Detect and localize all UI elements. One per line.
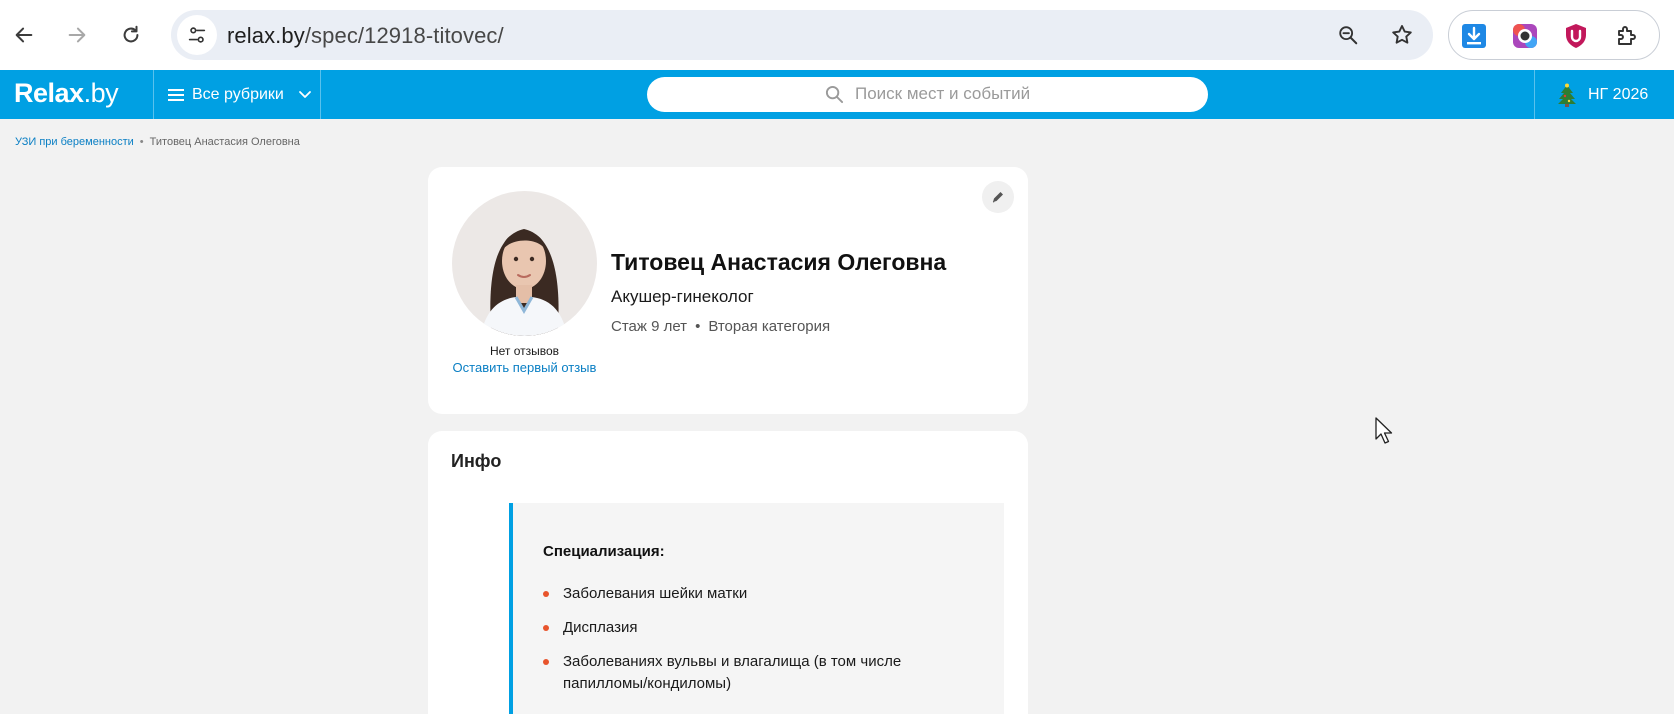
zoom-icon[interactable] bbox=[1332, 19, 1364, 51]
list-item: Заболевания шейки матки bbox=[543, 583, 983, 605]
site-search[interactable] bbox=[647, 77, 1208, 112]
meta-separator: • bbox=[695, 318, 701, 335]
doctor-meta: Стаж 9 лет • Вторая категория bbox=[611, 318, 830, 335]
list-item: Заболеваниях вульвы и влагалища (в том ч… bbox=[543, 651, 983, 695]
bullet-icon bbox=[543, 591, 549, 597]
leave-first-review-link[interactable]: Оставить первый отзыв bbox=[452, 360, 597, 376]
all-rubrics-label: Все рубрики bbox=[192, 85, 284, 103]
forward-arrow-icon[interactable] bbox=[57, 15, 97, 55]
christmas-tree-icon bbox=[1558, 83, 1576, 107]
header-divider bbox=[1534, 70, 1535, 119]
mouse-cursor-icon bbox=[1375, 417, 1395, 450]
back-arrow-icon[interactable] bbox=[4, 15, 44, 55]
avatar bbox=[452, 191, 597, 336]
bullet-icon bbox=[543, 659, 549, 665]
doctor-name: Титовец Анастасия Олеговна bbox=[611, 249, 947, 275]
screenshot-ext-icon[interactable] bbox=[1509, 20, 1541, 52]
url-host: relax.by bbox=[227, 23, 305, 48]
url-text[interactable]: relax.by/spec/12918-titovec/ bbox=[227, 23, 504, 49]
site-logo[interactable]: Relax.by bbox=[14, 78, 119, 109]
reload-icon[interactable] bbox=[111, 15, 151, 55]
list-item-text: Заболеваниях вульвы и влагалища (в том ч… bbox=[563, 653, 902, 692]
site-header: Relax.by Все рубрики НГ 2026 bbox=[0, 70, 1674, 119]
specialization-heading: Специализация: bbox=[543, 543, 665, 560]
url-path: /spec/12918-titovec/ bbox=[304, 23, 504, 48]
breadcrumb-parent-link[interactable]: УЗИ при беременности bbox=[15, 136, 134, 148]
doctor-specialty: Акушер-гинеколог bbox=[611, 287, 754, 306]
info-card: Инфо Специализация: Заболевания шейки ма… bbox=[428, 431, 1028, 714]
site-info-icon[interactable] bbox=[177, 15, 217, 55]
ng-2026-link[interactable]: НГ 2026 bbox=[1556, 70, 1648, 119]
search-icon bbox=[825, 85, 844, 104]
edit-button[interactable] bbox=[982, 181, 1014, 213]
bookmark-star-icon[interactable] bbox=[1386, 19, 1418, 51]
list-item-text: Дисплазия bbox=[563, 619, 638, 636]
info-title: Инфо bbox=[451, 451, 502, 471]
extensions-bar bbox=[1448, 10, 1660, 60]
address-bar[interactable]: relax.by/spec/12918-titovec/ bbox=[171, 10, 1433, 60]
breadcrumb-current: Титовец Анастасия Олеговна bbox=[149, 136, 300, 148]
reviews-summary: Нет отзывов Оставить первый отзыв bbox=[452, 344, 597, 376]
menu-icon bbox=[168, 88, 184, 101]
category-text: Вторая категория bbox=[708, 318, 831, 335]
header-divider bbox=[153, 70, 154, 119]
download-icon[interactable] bbox=[1458, 20, 1490, 52]
list-item: Дисплазия bbox=[543, 617, 983, 639]
list-item-text: Заболевания шейки матки bbox=[563, 585, 748, 602]
all-rubrics-menu[interactable]: Все рубрики bbox=[168, 70, 312, 119]
experience-text: Стаж 9 лет bbox=[611, 318, 688, 335]
chevron-down-icon bbox=[298, 90, 311, 98]
search-input[interactable] bbox=[855, 82, 1185, 106]
browser-toolbar: relax.by/spec/12918-titovec/ bbox=[0, 0, 1674, 70]
extensions-puzzle-icon[interactable] bbox=[1611, 20, 1643, 52]
logo-domain: .by bbox=[83, 78, 119, 108]
no-reviews-text: Нет отзывов bbox=[489, 344, 560, 358]
pencil-icon bbox=[992, 192, 1003, 203]
specialization-list: Заболевания шейки матки Дисплазия Заболе… bbox=[543, 583, 983, 707]
breadcrumb-separator: • bbox=[139, 136, 144, 148]
header-divider bbox=[320, 70, 321, 119]
specialization-box: Специализация: Заболевания шейки матки Д… bbox=[509, 503, 1004, 714]
bullet-icon bbox=[543, 625, 549, 631]
profile-card: Нет отзывов Оставить первый отзыв Титове… bbox=[428, 167, 1028, 414]
ng-label: НГ 2026 bbox=[1588, 85, 1649, 103]
logo-main: Relax bbox=[14, 78, 84, 108]
breadcrumb: УЗИ при беременности • Титовец Анастасия… bbox=[15, 136, 300, 148]
ublock-icon[interactable] bbox=[1560, 20, 1592, 52]
